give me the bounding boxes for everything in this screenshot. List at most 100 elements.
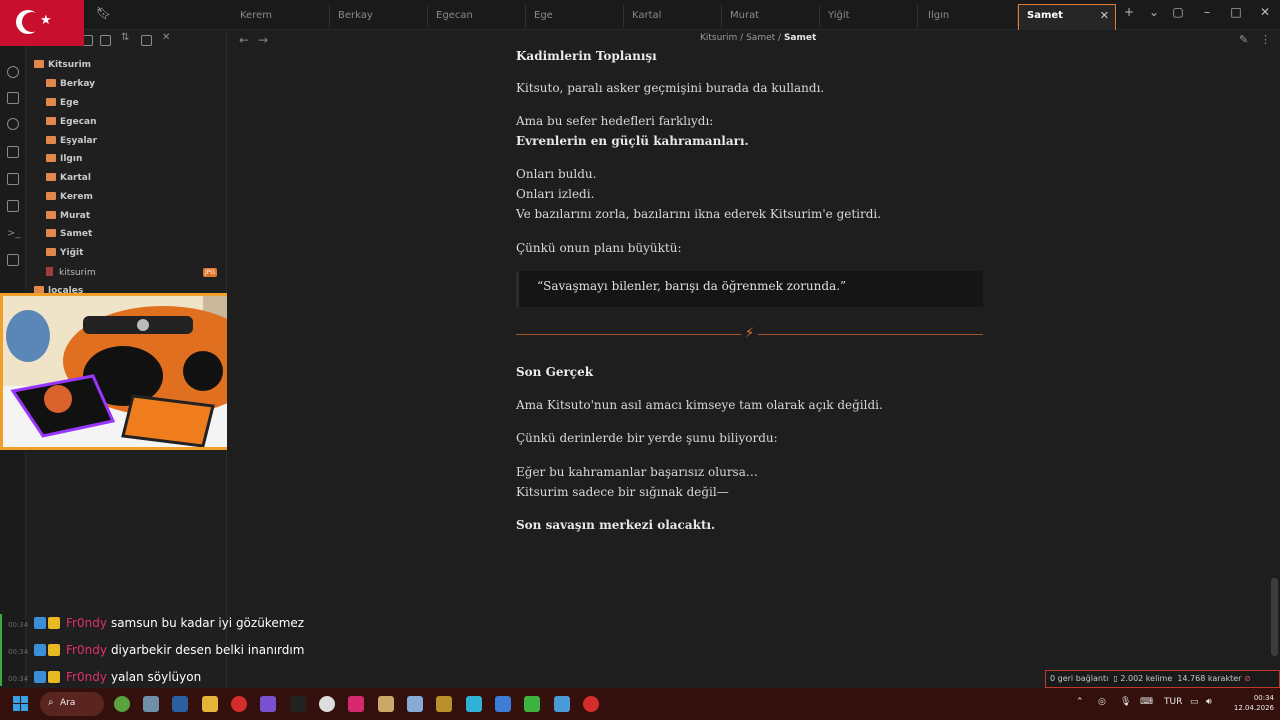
opera-icon[interactable] <box>231 696 247 712</box>
tray-chevron-icon[interactable]: ⌃ <box>1076 697 1084 707</box>
folder-root[interactable]: Kitsurim <box>34 60 91 74</box>
folder-item[interactable]: Egecan <box>46 117 97 131</box>
language-indicator[interactable]: TUR <box>1164 697 1182 707</box>
doc-bold-line: Son savaşın merkezi olacaktı. <box>516 518 716 532</box>
tab-label: Ege <box>534 10 553 21</box>
folder-item[interactable]: Eşyalar <box>46 136 97 150</box>
app-icon[interactable] <box>378 696 394 712</box>
doc-blockquote: “Savaşmayı bilenler, barışı da öğrenmek … <box>516 271 983 307</box>
windows-start-icon[interactable] <box>13 696 29 712</box>
obs-icon[interactable] <box>319 696 335 712</box>
chat-message: 00:34 Fr0ndy samsun bu kadar iyi gözükeme… <box>8 616 304 634</box>
scrollbar[interactable] <box>1271 578 1278 656</box>
tab-murat[interactable]: Murat <box>722 5 820 27</box>
app-icon[interactable] <box>407 696 423 712</box>
new-tab-icon[interactable]: + <box>1120 5 1138 19</box>
folder-item[interactable]: Kerem <box>46 192 93 206</box>
app-icon[interactable] <box>290 696 306 712</box>
sync-icon[interactable]: ⊘ <box>1244 674 1251 683</box>
terminal-icon[interactable]: >_ <box>7 228 20 240</box>
badge-icon <box>34 671 47 683</box>
tab-label: Ilgın <box>928 10 950 21</box>
sort-icon[interactable]: ⇅ <box>121 32 132 43</box>
taskbar-clock[interactable]: 00:34 12.04.2026 <box>1228 693 1274 713</box>
breadcrumb-root[interactable]: Kitsurim <box>700 33 737 43</box>
copy-icon[interactable] <box>7 200 19 212</box>
maximize-icon[interactable]: □ <box>1227 5 1245 19</box>
folder-label: Egecan <box>60 117 97 127</box>
chat-text: diyarbekir desen belki inanırdım <box>110 643 305 657</box>
map-pin-icon[interactable] <box>7 66 19 78</box>
doc-paragraph: Ama Kitsuto'nun asıl amacı kimseye tam o… <box>516 398 883 412</box>
microphone-icon[interactable]: 🎙︎ <box>1120 697 1131 707</box>
layout-icon[interactable]: ▢ <box>1169 5 1187 19</box>
tab-kerem[interactable]: Kerem <box>232 5 330 27</box>
minecraft-icon[interactable] <box>524 696 540 712</box>
close-tab-icon[interactable]: ✕ <box>1100 9 1109 22</box>
folder-label: Kerem <box>60 192 93 202</box>
forward-arrow-icon[interactable]: → <box>258 33 268 47</box>
sidebar-list-icon[interactable] <box>7 254 19 266</box>
tab-samet[interactable]: Samet ✕ <box>1018 4 1116 30</box>
volume-icon[interactable]: 🔊︎ <box>1206 697 1212 707</box>
tray-app-icon[interactable]: ◎ <box>1098 697 1106 707</box>
folder-item[interactable]: Berkay <box>46 79 95 93</box>
grid-icon[interactable] <box>7 146 19 158</box>
tab-yigit[interactable]: Yiğit <box>820 5 918 27</box>
doc-paragraph: Çünkü onun planı büyüktü: <box>516 241 682 255</box>
keyboard-icon[interactable]: ⌨ <box>1140 697 1153 707</box>
crown-icon <box>48 671 61 683</box>
folder-item[interactable]: Murat <box>46 211 90 225</box>
taskbar-search[interactable]: ⌕ Ara <box>40 692 104 716</box>
doc-paragraph: Kitsuto, paralı asker geçmişini burada d… <box>516 81 825 95</box>
file-explorer-icon[interactable] <box>202 696 218 712</box>
chevron-down-icon[interactable]: ⌄ <box>1145 5 1163 19</box>
back-arrow-icon[interactable]: ← <box>239 33 249 47</box>
app-icon[interactable] <box>143 696 159 712</box>
bookmark-icon[interactable]: 🔖︎ <box>96 6 111 20</box>
folder-item[interactable]: Yiğit <box>46 248 83 262</box>
close-all-icon[interactable]: ✕ <box>162 32 173 43</box>
folder-icon <box>46 98 56 106</box>
edit-pencil-icon[interactable]: ✎ <box>1239 33 1248 46</box>
tab-kartal[interactable]: Kartal <box>624 5 722 27</box>
file-item-kitsurim[interactable]: kitsurim <box>46 267 96 278</box>
app-icon[interactable] <box>436 696 452 712</box>
badge-icon <box>34 644 47 656</box>
folder-item[interactable]: Ilgın <box>46 154 82 168</box>
more-options-icon[interactable]: ⋮ <box>1260 33 1271 46</box>
obsidian-icon[interactable] <box>260 696 276 712</box>
tab-egecan[interactable]: Egecan <box>428 5 526 27</box>
tab-berkay[interactable]: Berkay <box>330 5 428 27</box>
collapse-icon[interactable] <box>141 35 152 46</box>
calendar-icon[interactable] <box>7 173 19 185</box>
turkey-flag-overlay: ★ <box>0 0 84 46</box>
backlinks-count[interactable]: 0 geri bağlantı <box>1050 674 1108 683</box>
folder-item[interactable]: Samet <box>46 229 92 243</box>
doc-paragraph: Kitsurim sadece bir sığınak değil— <box>516 485 729 499</box>
graph-icon[interactable] <box>7 118 19 130</box>
folder-icon <box>46 173 56 181</box>
breadcrumb-separator: / <box>778 33 782 43</box>
close-window-icon[interactable]: ✕ <box>1256 5 1274 19</box>
editor-pane: ← → Kitsurim / Samet / Samet ✎ ⋮ Kadimle… <box>227 30 1280 668</box>
folder-item[interactable]: Ege <box>46 98 79 112</box>
file-icon[interactable] <box>7 92 19 104</box>
network-icon[interactable]: ▭ <box>1190 697 1199 707</box>
tab-label: Samet <box>1027 10 1063 21</box>
word-count: 2.002 kelime <box>1120 674 1173 683</box>
new-folder-icon[interactable] <box>100 35 111 46</box>
app-icon[interactable] <box>554 696 570 712</box>
breadcrumb-parent[interactable]: Samet <box>746 33 775 43</box>
minimize-icon[interactable]: – <box>1198 5 1216 19</box>
chat-timestamp: 00:34 <box>8 675 29 683</box>
tab-ege[interactable]: Ege <box>526 5 624 27</box>
app-icon[interactable] <box>466 696 482 712</box>
folder-item[interactable]: Kartal <box>46 173 91 187</box>
xbox-icon[interactable] <box>114 696 130 712</box>
instagram-icon[interactable] <box>348 696 364 712</box>
app-icon[interactable] <box>172 696 188 712</box>
tab-ilgin[interactable]: Ilgın <box>920 5 1018 27</box>
app-icon[interactable] <box>583 696 599 712</box>
app-icon[interactable] <box>495 696 511 712</box>
